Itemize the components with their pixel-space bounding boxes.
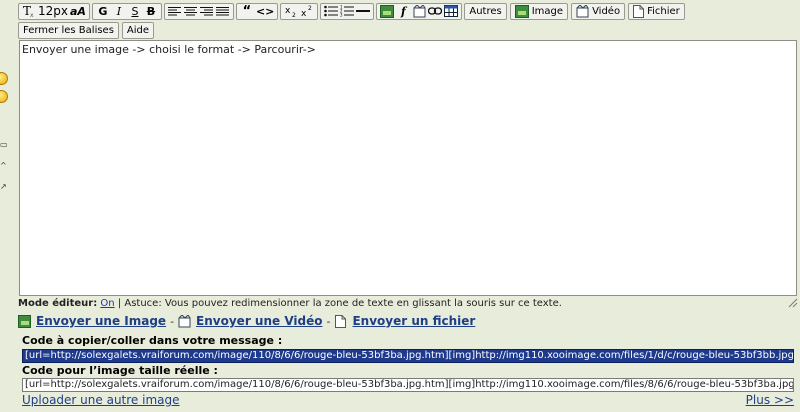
upload-another-image-link[interactable]: Uploader une autre image [22,393,180,407]
font-group: Tx 12px aA [18,2,90,20]
svg-text:x: x [30,12,34,18]
video-label: Vidéo [592,5,621,17]
image-label: Image [531,5,564,17]
font-size-icon[interactable]: aA [70,4,86,19]
full-size-code-label: Code pour l’image taille réelle : [22,364,218,377]
superscript-icon[interactable]: x2 [300,4,314,19]
gutter-mini-icon[interactable]: ↗ [0,183,8,191]
align-center-icon[interactable] [184,4,198,19]
full-size-code-field[interactable]: [url=http://solexgalets.vraiforum.com/im… [22,378,794,392]
insert-group: f [376,2,463,20]
table-icon[interactable] [444,4,459,19]
bullet-list-icon[interactable] [324,4,339,19]
separator: - [170,314,175,328]
image-icon [514,4,529,18]
close-tags-label: Fermer les Balises [23,24,114,36]
code-icon[interactable]: <> [256,4,274,19]
gutter-mini-icon[interactable]: ^ [0,162,8,170]
editor-toolbar: Tx 12px aA G I S B “ <> x2 x2 123 f Autr… [18,0,800,40]
svg-text:2: 2 [292,12,296,17]
link-icon[interactable] [428,4,443,19]
editor-mode-toggle[interactable]: On [100,298,114,309]
fichier-label: Fichier [647,5,680,17]
smiley-icon[interactable] [0,72,8,85]
file-icon [633,4,645,18]
image-icon[interactable] [380,4,395,19]
upload-file-link[interactable]: Envoyer un fichier [352,314,475,328]
video-button[interactable]: Vidéo [571,2,626,20]
quote-code-group: “ <> [235,2,279,20]
list-group: 123 [320,2,375,20]
editor-content: Envoyer une image -> choisi le format ->… [22,43,316,56]
font-size-select[interactable]: 12px [38,4,68,19]
bold-button[interactable]: G [96,4,110,19]
autres-label: Autres [469,5,502,17]
left-gutter: ▭ ^ ↗ [0,0,17,412]
message-textarea[interactable]: Envoyer une image -> choisi le format ->… [19,40,797,296]
resize-tip: | Astuce: Vous pouvez redimensionner la … [114,298,562,309]
quote-icon[interactable]: “ [240,4,254,19]
mode-label: Mode éditeur: [18,298,98,309]
copy-code-field[interactable]: [url=http://solexgalets.vraiforum.com/im… [22,349,794,363]
file-icon [335,314,347,328]
upload-video-link[interactable]: Envoyer une Vidéo [196,314,322,328]
svg-text:3: 3 [340,13,343,18]
video-icon[interactable] [412,4,426,19]
help-label: Aide [126,24,150,36]
resize-grip-icon[interactable] [788,298,798,308]
align-right-icon[interactable] [200,4,214,19]
close-tags-button[interactable]: Fermer les Balises [18,21,119,39]
video-icon [178,314,191,327]
help-button[interactable]: Aide [121,21,155,39]
script-group: x2 x2 [280,2,319,20]
numbered-list-icon[interactable]: 123 [340,4,355,19]
horizontal-rule-icon[interactable] [356,4,371,19]
align-justify-icon[interactable] [216,4,230,19]
text-format-icon[interactable]: Tx [22,4,36,19]
align-left-icon[interactable] [168,4,182,19]
svg-text:x: x [285,6,291,16]
smiley-icon[interactable] [0,90,8,103]
editor-status: Mode éditeur: On | Astuce: Vous pouvez r… [18,298,788,309]
flash-icon[interactable]: f [396,4,410,19]
svg-text:2: 2 [308,5,312,12]
image-icon [18,314,31,328]
italic-button[interactable]: I [112,4,126,19]
underline-button[interactable]: S [128,4,142,19]
separator: - [326,314,331,328]
autres-button[interactable]: Autres [464,2,507,20]
upload-image-link[interactable]: Envoyer une Image [36,314,166,328]
subscript-icon[interactable]: x2 [284,4,298,19]
fichier-button[interactable]: Fichier [628,2,685,20]
upload-links: Envoyer une Image - Envoyer une Vidéo - … [18,312,475,330]
copy-code-label: Code à copier/coller dans votre message … [22,334,283,347]
more-link[interactable]: Plus >> [746,393,794,407]
style-group: G I S B [91,2,162,20]
gutter-mini-icon[interactable]: ▭ [0,141,8,149]
video-icon [576,4,589,17]
image-button[interactable]: Image [509,2,569,20]
svg-text:x: x [301,9,307,17]
align-group [163,2,234,20]
strikethrough-button[interactable]: B [144,4,158,19]
